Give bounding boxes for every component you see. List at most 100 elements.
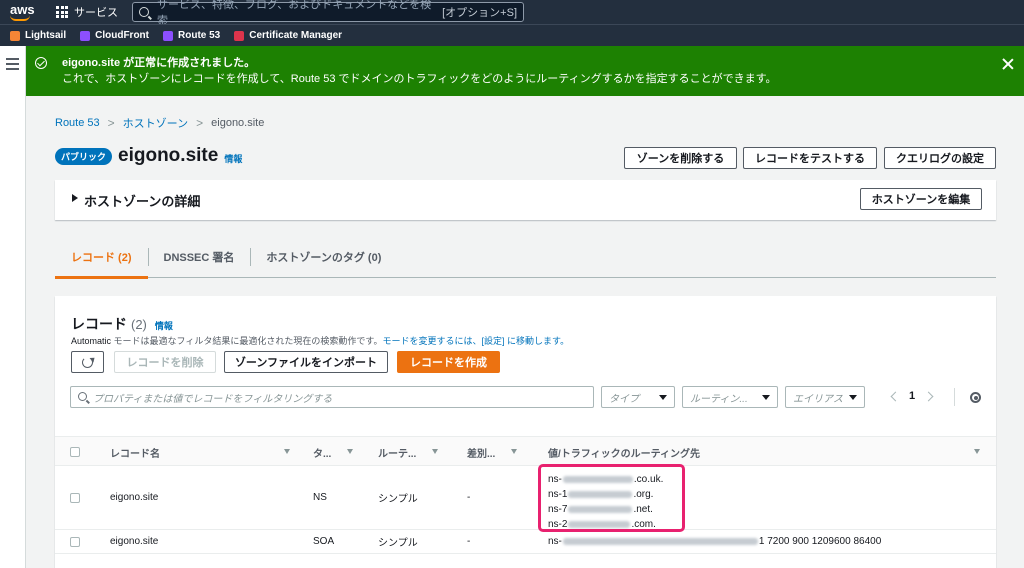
change-mode-link[interactable]: モードを変更するには、[設定] に移動します。 xyxy=(382,336,569,346)
sort-icon xyxy=(347,449,353,454)
favorite-route53[interactable]: Route 53 xyxy=(163,30,220,41)
records-title: レコード xyxy=(71,316,127,332)
close-icon[interactable] xyxy=(1002,58,1014,70)
services-menu[interactable]: サービス xyxy=(46,0,128,24)
chevron-left-icon[interactable] xyxy=(890,391,901,401)
routing-filter-select[interactable]: ルーティン... xyxy=(682,386,778,408)
filter-placeholder: プロパティまたは値でレコードをフィルタリングする xyxy=(93,393,333,405)
record-routing: シンプル xyxy=(378,494,418,505)
select-all-checkbox[interactable] xyxy=(70,447,80,457)
test-record-button[interactable]: レコードをテストする xyxy=(743,147,877,169)
record-routing: シンプル xyxy=(378,538,418,549)
record-differentiator: - xyxy=(467,536,471,547)
sort-icon xyxy=(432,449,438,454)
menu-icon[interactable] xyxy=(6,58,19,73)
caret-down-icon xyxy=(659,394,667,400)
hosted-zone-details-panel: ホストゾーンの詳細 ホストゾーンを編集 xyxy=(55,180,996,220)
expand-caret-icon[interactable] xyxy=(72,194,78,202)
hosted-zone-details-toggle[interactable]: ホストゾーンの詳細 xyxy=(84,191,200,210)
records-header: レコード (2) 情報 xyxy=(71,314,173,334)
info-link[interactable]: 情報 xyxy=(224,152,242,165)
tab-bar: レコード (2) DNSSEC 署名 ホストゾーンのタグ (0) xyxy=(55,236,996,279)
flash-message: これで、ホストゾーンにレコードを作成して、Route 53 でドメインのトラフィ… xyxy=(62,73,777,85)
tab-records[interactable]: レコード (2) xyxy=(55,236,148,279)
search-icon xyxy=(139,7,149,17)
record-type: SOA xyxy=(313,536,335,547)
tab-dnssec[interactable]: DNSSEC 署名 xyxy=(147,236,251,278)
records-info-link[interactable]: 情報 xyxy=(155,319,173,332)
record-filter-input[interactable]: プロパティまたは値でレコードをフィルタリングする xyxy=(70,386,594,408)
current-page[interactable]: 1 xyxy=(909,390,915,402)
aws-logo[interactable]: aws xyxy=(0,0,46,24)
gear-icon[interactable] xyxy=(970,392,981,403)
success-flash: eigono.site が正常に作成されました。 これで、ホストゾーンにレコード… xyxy=(26,46,1024,96)
top-navigation: aws サービス サービス、特徴、ブログ、およびドキュメントなどを検索 [オプシ… xyxy=(0,0,1024,27)
public-badge: パブリック xyxy=(55,147,113,165)
query-log-button[interactable]: クエリログの設定 xyxy=(884,147,996,169)
delete-record-button[interactable]: レコードを削除 xyxy=(114,351,216,373)
table-row[interactable]: eigono.site NS シンプル - ns- .co.uk. ns-1 .or… xyxy=(55,466,996,530)
grid-icon xyxy=(56,6,68,18)
records-panel: レコード (2) 情報 Automatic モードは最適なフィルタ結果に最適化さ… xyxy=(55,296,996,568)
column-routing[interactable]: ルーテ... xyxy=(378,437,446,467)
page-header: パブリック eigono.site 情報 xyxy=(55,145,242,167)
table-row[interactable]: eigono.site SOA シンプル - ns- 1 7200 900 120… xyxy=(55,530,996,554)
favorite-cloudfront[interactable]: CloudFront xyxy=(80,30,149,41)
search-mode-text: モードは最適なフィルタ結果に最適化された現在の検索動作です。 xyxy=(111,336,383,346)
flash-title: eigono.site が正常に作成されました。 xyxy=(62,57,256,69)
caret-down-icon xyxy=(849,394,857,400)
column-value[interactable]: 値/トラフィックのルーティング先 xyxy=(548,437,988,467)
search-shortcut: [オプション+S] xyxy=(442,7,517,19)
refresh-icon xyxy=(82,356,93,368)
records-description: Automatic モードは最適なフィルタ結果に最適化された現在の検索動作です。… xyxy=(71,334,569,347)
certificate-manager-icon xyxy=(234,30,245,41)
record-name: eigono.site xyxy=(110,492,159,503)
search-mode: Automatic xyxy=(71,336,112,346)
select-all-checkbox-cell xyxy=(70,437,110,467)
breadcrumb-route53[interactable]: Route 53 xyxy=(55,117,100,129)
breadcrumb-current: eigono.site xyxy=(211,117,265,129)
create-record-button[interactable]: レコードを作成 xyxy=(397,351,500,373)
soa-value: ns- 1 7200 900 1209600 86400 xyxy=(548,536,882,547)
column-differentiator[interactable]: 差別... xyxy=(467,437,525,467)
favorites-bar: Lightsail CloudFront Route 53 Certificat… xyxy=(0,24,1024,46)
favorite-certificate-manager[interactable]: Certificate Manager xyxy=(234,30,342,41)
cloudfront-icon xyxy=(80,30,91,41)
record-name: eigono.site xyxy=(110,536,159,547)
tab-tags[interactable]: ホストゾーンのタグ (0) xyxy=(250,236,397,278)
page-title: eigono.site xyxy=(118,145,219,166)
search-icon xyxy=(78,392,87,401)
chevron-right-icon: > xyxy=(196,116,204,130)
chevron-right-icon: > xyxy=(107,116,115,130)
services-label: サービス xyxy=(74,7,118,19)
side-rail xyxy=(0,46,26,568)
delete-zone-button[interactable]: ゾーンを削除する xyxy=(624,147,737,169)
row-checkbox[interactable] xyxy=(70,492,80,503)
record-type: NS xyxy=(313,492,327,503)
chevron-right-icon[interactable] xyxy=(923,391,934,401)
breadcrumb: Route 53 > ホストゾーン > eigono.site xyxy=(55,115,264,131)
import-zone-file-button[interactable]: ゾーンファイルをインポート xyxy=(224,351,388,373)
sort-icon xyxy=(284,449,290,454)
table-header: レコード名 タ... ルーテ... 差別... 値/トラフィックのルーティング先 xyxy=(55,436,996,466)
favorite-lightsail[interactable]: Lightsail xyxy=(10,30,66,41)
breadcrumb-hosted-zones[interactable]: ホストゾーン xyxy=(123,115,188,131)
pagination: 1 xyxy=(890,390,934,402)
refresh-button[interactable] xyxy=(71,351,104,373)
column-type[interactable]: タ... xyxy=(313,437,361,467)
caret-down-icon xyxy=(762,394,770,400)
row-checkbox[interactable] xyxy=(70,536,80,547)
column-record-name[interactable]: レコード名 xyxy=(110,437,298,467)
success-check-icon xyxy=(35,57,47,69)
record-differentiator: - xyxy=(467,492,471,503)
sort-icon xyxy=(511,449,517,454)
route53-icon xyxy=(163,30,173,41)
global-search-input[interactable]: サービス、特徴、ブログ、およびドキュメントなどを検索 [オプション+S] xyxy=(132,0,524,27)
alias-filter-select[interactable]: エイリアス xyxy=(785,386,865,408)
highlight-box xyxy=(538,464,685,532)
edit-hosted-zone-button[interactable]: ホストゾーンを編集 xyxy=(860,188,982,210)
sort-icon xyxy=(974,449,980,454)
type-filter-select[interactable]: タイプ xyxy=(601,386,675,408)
records-count: (2) xyxy=(131,317,147,332)
lightsail-icon xyxy=(10,30,20,41)
